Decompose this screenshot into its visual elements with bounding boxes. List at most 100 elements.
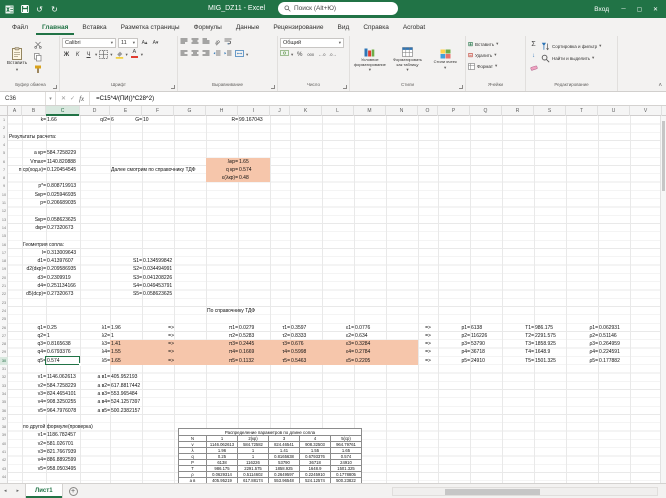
distribution-table-cell[interactable]: 1146.062613 (207, 442, 238, 448)
cell-C5[interactable]: 584.7258229 (47, 149, 139, 157)
row-header-7[interactable]: 7 (0, 166, 8, 174)
cell-L29[interactable]: ε4= (280, 348, 354, 356)
ribbon-tab-главная[interactable]: Главная (36, 21, 74, 35)
increase-decimal-icon[interactable]: ←.0 (317, 50, 326, 60)
distribution-table-cell[interactable]: 524.12574 (300, 478, 331, 484)
distribution-table-cell[interactable]: 500.23822 (331, 478, 362, 484)
find-select-button[interactable]: Найти и выделить▾ (541, 53, 615, 63)
cell-R29[interactable]: T4= (460, 348, 534, 356)
row-header-22[interactable]: 22 (0, 290, 8, 298)
column-header-N[interactable]: N (386, 106, 418, 116)
cell-F29[interactable]: => (100, 348, 174, 356)
cell-E36[interactable]: 500.2382157 (111, 407, 203, 415)
fill-down-icon[interactable]: ↓ (528, 51, 539, 61)
cell-I8[interactable]: 0.48 (239, 174, 331, 182)
redo-icon[interactable]: ↻ (49, 4, 60, 15)
cell-H8[interactable]: ε(λкр)= (164, 174, 238, 182)
row-header-13[interactable]: 13 (0, 216, 8, 224)
name-box[interactable]: C36 (0, 92, 46, 105)
column-header-U[interactable]: U (598, 106, 630, 116)
save-icon[interactable] (19, 4, 30, 15)
insert-cells-button[interactable]: ⊞Вставить▾ (468, 39, 523, 49)
cell-F27[interactable]: => (100, 332, 174, 340)
row-header-2[interactable]: 2 (0, 124, 8, 132)
cell-E22[interactable]: S5= (68, 290, 142, 298)
search-box[interactable]: Поиск (Alt+Ю) (278, 2, 398, 15)
sheet-nav-left-icon[interactable]: ◂ (0, 488, 13, 494)
autosum-icon[interactable]: Σ (528, 39, 539, 49)
enter-formula-icon[interactable]: ✓ (70, 95, 75, 102)
shrink-font-button[interactable]: А▾ (151, 38, 160, 48)
cell-F20[interactable]: 0.041208226 (143, 274, 235, 282)
row-header-6[interactable]: 6 (0, 158, 8, 166)
sheet-tab-list1[interactable]: Лист1 (25, 484, 63, 498)
row-header-31[interactable]: 31 (0, 365, 8, 373)
cell-D32[interactable]: а в1= (36, 373, 110, 381)
column-header-D[interactable]: D (80, 106, 110, 116)
cell-C40[interactable]: 581.026701 (47, 440, 139, 448)
cell-C43[interactable]: 958.0503495 (47, 465, 139, 473)
row-header-28[interactable]: 28 (0, 340, 8, 348)
row-header-18[interactable]: 18 (0, 257, 8, 265)
column-header-B[interactable]: B (22, 106, 46, 116)
undo-icon[interactable]: ↺ (34, 4, 45, 15)
row-header-15[interactable]: 15 (0, 232, 8, 240)
horizontal-scrollbar-thumb[interactable] (445, 489, 540, 496)
row-header-26[interactable]: 26 (0, 324, 8, 332)
dialog-launcher-icon[interactable] (459, 85, 463, 89)
ribbon-tab-формулы[interactable]: Формулы (188, 21, 228, 35)
percent-icon[interactable]: % (295, 50, 304, 60)
format-as-table-button[interactable]: Форматировать как таблицу▾ (390, 38, 426, 82)
column-header-F[interactable]: F (142, 106, 174, 116)
cell-F19[interactable]: 0.034494991 (143, 265, 235, 273)
column-header-R[interactable]: R (502, 106, 534, 116)
sheet-nav-right-icon[interactable]: ▸ (13, 488, 26, 494)
cell-U27[interactable]: 0.51146 (599, 332, 666, 340)
underline-button[interactable]: Ч (84, 50, 93, 60)
minimize-button[interactable]: ─ (616, 0, 631, 18)
close-button[interactable]: ✕ (648, 0, 663, 18)
orientation-icon[interactable]: ab (213, 38, 222, 48)
decrease-decimal-icon[interactable]: .0→ (328, 50, 337, 60)
ribbon-tab-вставка[interactable]: Вставка (76, 21, 112, 35)
distribution-table-cell[interactable]: 405.95219 (207, 478, 238, 484)
row-header-39[interactable]: 39 (0, 431, 8, 439)
paste-button[interactable]: Вставить▾ (4, 38, 30, 82)
row-header-24[interactable]: 24 (0, 307, 8, 315)
align-right-icon[interactable] (202, 50, 211, 60)
row-header-32[interactable]: 32 (0, 373, 8, 381)
align-left-icon[interactable] (180, 50, 189, 60)
column-header-A[interactable]: A (8, 106, 22, 116)
row-header-35[interactable]: 35 (0, 398, 8, 406)
copy-icon[interactable] (32, 52, 43, 62)
cell-J30[interactable]: τ5= (216, 357, 290, 365)
merge-center-icon[interactable] (235, 50, 244, 60)
row-header-5[interactable]: 5 (0, 149, 8, 157)
cell-R28[interactable]: T3= (460, 340, 534, 348)
grow-font-button[interactable]: А▴ (140, 38, 149, 48)
dialog-launcher-icon[interactable] (343, 85, 347, 89)
cell-E33[interactable]: 617.8817442 (111, 382, 203, 390)
column-header-E[interactable]: E (110, 106, 142, 116)
vertical-scrollbar-thumb[interactable] (662, 121, 665, 191)
cell-styles-button[interactable]: Стили ячеек▾ (427, 38, 463, 82)
italic-button[interactable]: К (73, 50, 82, 60)
row-header-33[interactable]: 33 (0, 382, 8, 390)
cell-F22[interactable]: 0.058623625 (143, 290, 235, 298)
cell-U26[interactable]: 0.062931 (599, 324, 666, 332)
distribution-table-cell[interactable]: 617.88174 (238, 478, 269, 484)
cell-T29[interactable]: ρ4= (524, 348, 598, 356)
cell-U28[interactable]: 0.264959 (599, 340, 666, 348)
cell-R26[interactable]: T1= (460, 324, 534, 332)
cell-D36[interactable]: а в5= (36, 407, 110, 415)
row-header-19[interactable]: 19 (0, 265, 8, 273)
row-header-43[interactable]: 43 (0, 465, 8, 473)
cell-E18[interactable]: S1= (68, 257, 142, 265)
ribbon-tab-справка[interactable]: Справка (357, 21, 395, 35)
cell-F30[interactable]: => (100, 357, 174, 365)
cell-F28[interactable]: => (100, 340, 174, 348)
cell-F18[interactable]: 0.134599842 (143, 257, 235, 265)
number-format-select[interactable]: Общий▾ (280, 38, 344, 48)
cell-J29[interactable]: τ4= (216, 348, 290, 356)
delete-cells-button[interactable]: ⊟Удалить▾ (468, 50, 523, 60)
